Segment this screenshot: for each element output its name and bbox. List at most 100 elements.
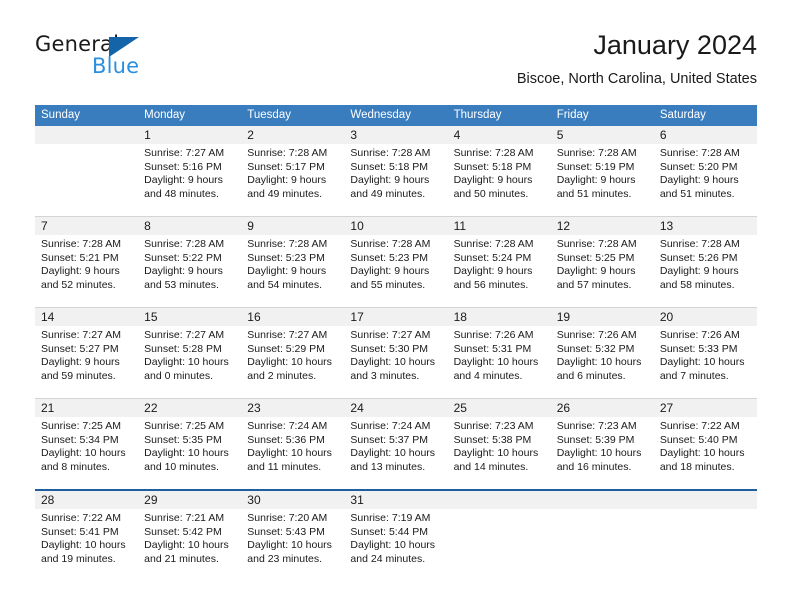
day-number: 9	[247, 219, 254, 233]
day-number: 6	[659, 128, 667, 142]
week-row: 14 Sunrise: 7:27 AM Sunset: 5:27 PM Dayl…	[35, 307, 757, 398]
day-cell[interactable]: 23 Sunrise: 7:24 AM Sunset: 5:36 PM Dayl…	[241, 399, 345, 489]
day-details: Sunrise: 7:24 AM Sunset: 5:37 PM Dayligh…	[344, 417, 447, 474]
day-details: Sunrise: 7:19 AM Sunset: 5:44 PM Dayligh…	[344, 509, 447, 566]
day-number: 30	[247, 493, 261, 507]
day-number-band: 1	[138, 126, 242, 144]
sunset-text: Sunset: 5:32 PM	[556, 342, 635, 355]
day-cell[interactable]: 3 Sunrise: 7:28 AM Sunset: 5:18 PM Dayli…	[344, 126, 448, 216]
daylight-text-line1: Daylight: 10 hours	[247, 447, 332, 460]
day-number-band: 16	[241, 308, 345, 326]
day-number-band: 22	[138, 399, 242, 417]
day-cell[interactable]: 12 Sunrise: 7:28 AM Sunset: 5:25 PM Dayl…	[550, 217, 654, 307]
sunset-text: Sunset: 5:30 PM	[350, 342, 429, 355]
day-cell[interactable]: 28 Sunrise: 7:22 AM Sunset: 5:41 PM Dayl…	[35, 491, 139, 581]
daylight-text-line1: Daylight: 9 hours	[41, 265, 120, 278]
day-cell[interactable]: 13 Sunrise: 7:28 AM Sunset: 5:26 PM Dayl…	[653, 217, 757, 307]
day-details	[654, 509, 757, 512]
day-cell[interactable]: 9 Sunrise: 7:28 AM Sunset: 5:23 PM Dayli…	[241, 217, 345, 307]
sunrise-text: Sunrise: 7:24 AM	[247, 420, 328, 432]
sunrise-text: Sunrise: 7:20 AM	[247, 512, 328, 524]
day-cell[interactable]: 19 Sunrise: 7:26 AM Sunset: 5:32 PM Dayl…	[550, 308, 654, 398]
day-cell[interactable]: 31 Sunrise: 7:19 AM Sunset: 5:44 PM Dayl…	[344, 491, 448, 581]
day-cell[interactable]: 29 Sunrise: 7:21 AM Sunset: 5:42 PM Dayl…	[138, 491, 242, 581]
daylight-text-line2: and 13 minutes.	[350, 460, 426, 473]
day-cell[interactable]: 30 Sunrise: 7:20 AM Sunset: 5:43 PM Dayl…	[241, 491, 345, 581]
day-cell[interactable]: 16 Sunrise: 7:27 AM Sunset: 5:29 PM Dayl…	[241, 308, 345, 398]
day-cell[interactable]: 27 Sunrise: 7:22 AM Sunset: 5:40 PM Dayl…	[653, 399, 757, 489]
day-cell[interactable]: 18 Sunrise: 7:26 AM Sunset: 5:31 PM Dayl…	[447, 308, 551, 398]
daylight-text-line1: Daylight: 9 hours	[144, 174, 223, 187]
day-details: Sunrise: 7:28 AM Sunset: 5:21 PM Dayligh…	[35, 235, 138, 292]
day-details: Sunrise: 7:28 AM Sunset: 5:19 PM Dayligh…	[551, 144, 654, 201]
daylight-text-line2: and 57 minutes.	[556, 278, 632, 291]
sunset-text: Sunset: 5:24 PM	[453, 251, 532, 264]
day-cell[interactable]: 25 Sunrise: 7:23 AM Sunset: 5:38 PM Dayl…	[447, 399, 551, 489]
day-cell[interactable]: 22 Sunrise: 7:25 AM Sunset: 5:35 PM Dayl…	[138, 399, 242, 489]
day-number-band: 20	[653, 308, 757, 326]
daylight-text-line2: and 7 minutes.	[659, 369, 729, 382]
daylight-text-line1: Daylight: 10 hours	[453, 447, 539, 460]
day-cell[interactable]: 10 Sunrise: 7:28 AM Sunset: 5:23 PM Dayl…	[344, 217, 448, 307]
daylight-text-line2: and 58 minutes.	[659, 278, 735, 291]
day-cell[interactable]: 5 Sunrise: 7:28 AM Sunset: 5:19 PM Dayli…	[550, 126, 654, 216]
daylight-text-line1: Daylight: 9 hours	[556, 174, 636, 187]
sunrise-text: Sunrise: 7:21 AM	[144, 512, 225, 524]
day-number-band: 17	[344, 308, 448, 326]
day-number-band: 2	[241, 126, 345, 144]
daylight-text-line1: Daylight: 10 hours	[144, 356, 229, 369]
day-cell[interactable]: 14 Sunrise: 7:27 AM Sunset: 5:27 PM Dayl…	[35, 308, 139, 398]
daylight-text-line2: and 56 minutes.	[453, 278, 529, 291]
day-cell[interactable]: 24 Sunrise: 7:24 AM Sunset: 5:37 PM Dayl…	[344, 399, 448, 489]
day-number-band: 31	[344, 491, 448, 509]
sunrise-text: Sunrise: 7:28 AM	[247, 147, 328, 159]
day-cell[interactable]: 26 Sunrise: 7:23 AM Sunset: 5:39 PM Dayl…	[550, 399, 654, 489]
day-details: Sunrise: 7:23 AM Sunset: 5:38 PM Dayligh…	[448, 417, 551, 474]
daylight-text-line1: Daylight: 10 hours	[247, 356, 332, 369]
sunrise-text: Sunrise: 7:27 AM	[41, 329, 121, 341]
week-row: 1 Sunrise: 7:27 AM Sunset: 5:16 PM Dayli…	[35, 126, 757, 216]
day-number-band: 24	[344, 399, 448, 417]
day-cell[interactable]: 17 Sunrise: 7:27 AM Sunset: 5:30 PM Dayl…	[344, 308, 448, 398]
daylight-text-line2: and 55 minutes.	[350, 278, 426, 291]
daylight-text-line2: and 6 minutes.	[556, 369, 626, 382]
sunset-text: Sunset: 5:44 PM	[350, 525, 429, 538]
daylight-text-line2: and 19 minutes.	[41, 552, 116, 565]
day-cell[interactable]: 8 Sunrise: 7:28 AM Sunset: 5:22 PM Dayli…	[138, 217, 242, 307]
day-details: Sunrise: 7:28 AM Sunset: 5:25 PM Dayligh…	[551, 235, 654, 292]
daylight-text-line1: Daylight: 10 hours	[556, 356, 642, 369]
sunset-text: Sunset: 5:31 PM	[453, 342, 532, 355]
sunrise-text: Sunrise: 7:28 AM	[556, 147, 637, 159]
day-cell[interactable]: 2 Sunrise: 7:28 AM Sunset: 5:17 PM Dayli…	[241, 126, 345, 216]
day-number-band: 25	[447, 399, 551, 417]
day-number: 29	[144, 493, 158, 507]
day-number-band: 12	[550, 217, 654, 235]
daylight-text-line2: and 48 minutes.	[144, 187, 219, 200]
day-cell[interactable]: 21 Sunrise: 7:25 AM Sunset: 5:34 PM Dayl…	[35, 399, 139, 489]
day-cell[interactable]: 20 Sunrise: 7:26 AM Sunset: 5:33 PM Dayl…	[653, 308, 757, 398]
daylight-text-line2: and 24 minutes.	[350, 552, 426, 565]
day-number-band: 28	[35, 491, 139, 509]
day-details: Sunrise: 7:28 AM Sunset: 5:18 PM Dayligh…	[344, 144, 447, 201]
day-cell[interactable]: 15 Sunrise: 7:27 AM Sunset: 5:28 PM Dayl…	[138, 308, 242, 398]
daylight-text-line2: and 3 minutes.	[350, 369, 420, 382]
brand-name-blue: Blue	[92, 54, 140, 78]
daylight-text-line2: and 0 minutes.	[144, 369, 214, 382]
day-number: 28	[41, 493, 55, 507]
daylight-text-line2: and 49 minutes.	[350, 187, 426, 200]
day-details: Sunrise: 7:26 AM Sunset: 5:33 PM Dayligh…	[654, 326, 757, 383]
day-cell[interactable]: 7 Sunrise: 7:28 AM Sunset: 5:21 PM Dayli…	[35, 217, 139, 307]
day-number-band: 29	[138, 491, 242, 509]
sunrise-text: Sunrise: 7:28 AM	[556, 238, 637, 250]
day-cell[interactable]: 4 Sunrise: 7:28 AM Sunset: 5:18 PM Dayli…	[447, 126, 551, 216]
daylight-text-line2: and 23 minutes.	[247, 552, 322, 565]
day-cell[interactable]: 11 Sunrise: 7:28 AM Sunset: 5:24 PM Dayl…	[447, 217, 551, 307]
weekday-header-sunday: Sunday	[41, 109, 81, 121]
day-cell[interactable]: 6 Sunrise: 7:28 AM Sunset: 5:20 PM Dayli…	[653, 126, 757, 216]
brand-logo[interactable]: General Blue	[35, 32, 275, 90]
daylight-text-line2: and 51 minutes.	[556, 187, 632, 200]
day-number: 25	[453, 401, 467, 415]
day-number: 15	[144, 310, 158, 324]
day-cell[interactable]: 1 Sunrise: 7:27 AM Sunset: 5:16 PM Dayli…	[138, 126, 242, 216]
day-details: Sunrise: 7:27 AM Sunset: 5:30 PM Dayligh…	[344, 326, 447, 383]
